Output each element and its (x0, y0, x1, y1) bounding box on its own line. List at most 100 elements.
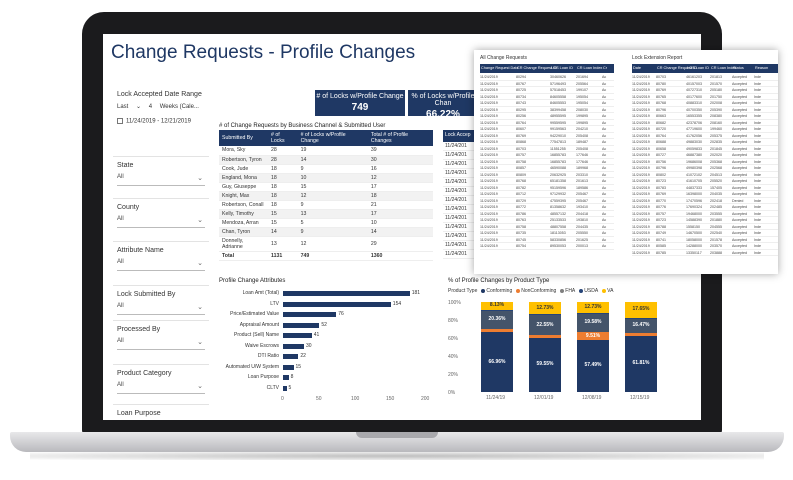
chevron-down-icon[interactable]: ⌄ (197, 259, 203, 267)
report-column-header[interactable]: Change Request Date (480, 64, 519, 72)
bar[interactable] (283, 291, 410, 296)
report-column-header[interactable]: Cr (602, 64, 612, 72)
bar[interactable] (283, 343, 304, 349)
table-row[interactable]: England, Mona 18 10 12 (219, 173, 433, 183)
stacked-segment[interactable] (529, 335, 561, 339)
report-column-header[interactable]: LOS Loan ID (686, 64, 710, 72)
filter-dropdown[interactable]: All ⌄ (117, 303, 205, 315)
filter-dropdown[interactable]: All ⌄ (117, 174, 205, 186)
last-select[interactable]: Last (117, 104, 128, 110)
stacked-segment[interactable]: 57.49% (577, 340, 609, 392)
report-column-header[interactable]: Date (632, 64, 656, 72)
table-cell: Robertson, Conall (219, 200, 269, 210)
table-row[interactable]: Cook, Jude 18 9 16 (219, 164, 433, 174)
table-row[interactable]: Kelly, Timothy 15 13 17 (219, 209, 433, 219)
report-column-header[interactable]: Reason (754, 64, 770, 72)
relative-date-row: Last ⌄ 4 Weeks (Cale... (117, 103, 205, 110)
report-cell: Ac (602, 244, 607, 248)
filter-separator (113, 241, 209, 242)
partial-column-header[interactable]: Lock Accep (443, 130, 477, 142)
report-column-header[interactable]: Status (732, 64, 754, 72)
stacked-segment[interactable]: 17.65% (625, 302, 657, 318)
stacked-segment[interactable] (625, 317, 657, 319)
filter-dropdown[interactable]: All ⌄ (117, 216, 205, 228)
bar[interactable] (283, 301, 391, 307)
stacked-segment[interactable] (625, 333, 657, 337)
stacked-segment[interactable] (577, 313, 609, 315)
last-count[interactable]: 4 (149, 104, 152, 110)
stacked-segment[interactable] (481, 328, 513, 332)
report-row[interactable]: 11/24/2019 80754 89530053 200013 Ac (480, 243, 614, 250)
column-header[interactable]: Total # of Profile Changes (367, 130, 433, 146)
table-cell: 17 (367, 209, 433, 219)
table-row[interactable]: Guy, Giuseppe 18 15 17 (219, 182, 433, 192)
chevron-down-icon[interactable]: ⌄ (197, 216, 203, 224)
bar[interactable] (283, 385, 287, 391)
table-cell: 14 (297, 155, 368, 165)
stacked-segment[interactable]: 16.47% (625, 318, 657, 334)
filter-dropdown[interactable]: All ⌄ (117, 259, 205, 271)
report-column-header[interactable]: CR Loan Index (710, 64, 736, 72)
stacked-segment[interactable]: 59.55% (529, 338, 561, 392)
stacked-segment[interactable]: 8.13% (481, 302, 513, 310)
table-cell: 30 (367, 155, 433, 165)
bar[interactable] (283, 333, 312, 338)
stacked-segment[interactable]: 12.73% (577, 302, 609, 314)
table-row[interactable]: Mora, Sky 28 19 39 (219, 146, 433, 156)
partial-cell: 11/24/201 (443, 214, 477, 223)
legend-entry[interactable]: VA (607, 288, 613, 294)
bar-value: 154 (392, 300, 402, 307)
table-row[interactable]: Robertson, Conall 18 9 21 (219, 200, 433, 210)
page-title: Change Requests - Profile Changes (111, 42, 416, 63)
table-cell: 10 (297, 173, 368, 183)
chevron-down-icon[interactable]: ⌄ (197, 382, 203, 390)
report-column-header[interactable]: CR Change Request ID (516, 64, 557, 72)
table-row[interactable]: Knight, Max 18 12 18 (219, 191, 433, 201)
stacked-segment[interactable] (529, 314, 561, 315)
chevron-down-icon[interactable]: ⌄ (197, 303, 203, 311)
calendar-checkbox[interactable] (117, 118, 123, 124)
legend-entry[interactable]: FHA (565, 288, 575, 294)
stacked-segment[interactable]: 22.55% (529, 314, 561, 336)
stacked-segment[interactable]: 12.73% (529, 302, 561, 315)
bar[interactable] (283, 364, 294, 370)
legend-entry[interactable]: USDA (584, 288, 598, 294)
filter-dropdown[interactable]: All ⌄ (117, 382, 205, 394)
bar-value: 41 (313, 332, 320, 338)
table-cell: 12 (297, 191, 368, 201)
report-column-header[interactable]: CR Change Request ID (656, 64, 697, 72)
stacked-segment[interactable]: 66.96% (481, 331, 513, 392)
chevron-down-icon[interactable]: ⌄ (197, 174, 203, 182)
report-column-header[interactable]: LOS Loan ID (550, 64, 576, 72)
bar[interactable] (283, 322, 320, 328)
bar[interactable] (283, 354, 299, 359)
table-row[interactable]: Donnelly, Adrianne 13 12 29 (219, 236, 433, 252)
report-overlay: All Change Requests Lock Extension Repor… (474, 50, 778, 274)
legend-dot (560, 288, 565, 293)
filter-dropdown[interactable]: All ⌄ (117, 338, 205, 350)
bar[interactable] (283, 312, 337, 317)
column-header[interactable]: Submitted By (219, 130, 269, 146)
report-column-header[interactable]: CR Loan Index (576, 64, 602, 72)
table-row[interactable]: Chan, Tyron 14 9 14 (219, 227, 433, 237)
legend-entry[interactable]: NonConforming (521, 288, 556, 294)
legend-entry[interactable]: Conforming (486, 288, 512, 294)
chevron-down-icon[interactable]: ⌄ (136, 103, 141, 110)
table-row[interactable]: Robertson, Tyron 28 14 30 (219, 155, 433, 165)
bar[interactable] (283, 375, 289, 380)
report-row[interactable]: 11/24/2019 80785 13350117 203888 Accepted Ind… (632, 250, 778, 256)
stacked-segment[interactable]: 19.58% (577, 314, 609, 332)
stacked-segment[interactable]: 20.36% (481, 310, 513, 329)
table-title: # of Change Requests by Business Channel… (219, 123, 386, 129)
table-row[interactable]: Mendoza, Arran 15 5 10 (219, 218, 433, 228)
date-range-row: 11/24/2019 - 12/21/2019 (117, 118, 191, 125)
chevron-down-icon[interactable]: ⌄ (197, 338, 203, 346)
stacked-segment[interactable] (481, 309, 513, 311)
stacked-segment[interactable]: 9.51% (577, 331, 609, 341)
unit-select[interactable]: Weeks (Cale... (160, 104, 199, 110)
column-header[interactable]: # of Locks (268, 130, 298, 146)
filter-value: All (117, 216, 124, 222)
stacked-segment[interactable]: 61.81% (625, 336, 657, 392)
table-cell: 18 (367, 191, 433, 201)
column-header[interactable]: # of Locks w/Profile Change (297, 130, 368, 146)
